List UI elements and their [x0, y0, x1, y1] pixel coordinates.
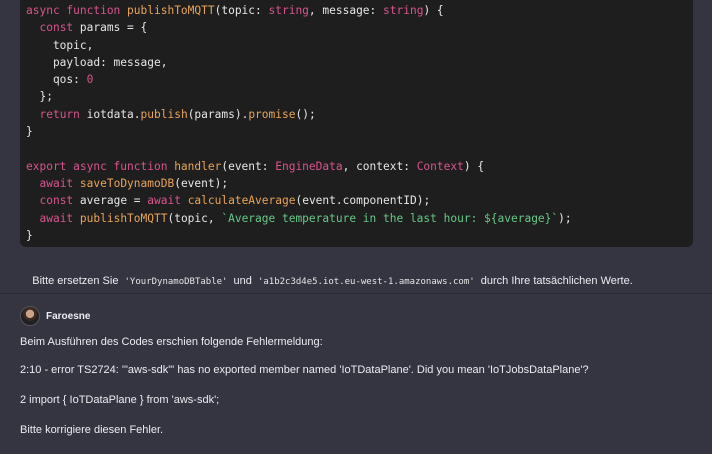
- code-token: const: [39, 21, 80, 35]
- code-token: publish: [140, 107, 188, 121]
- code-token: }: [26, 228, 33, 242]
- code-token: (event.componentID);: [295, 194, 431, 208]
- user-name: Faroesne: [46, 311, 91, 322]
- code-token: const: [39, 194, 80, 208]
- code-token: };: [26, 90, 53, 104]
- code-line: }: [26, 227, 693, 244]
- chat-page: async function publishToMQTT(topic: stri…: [0, 0, 712, 454]
- code-token: promise: [248, 107, 296, 121]
- code-token: return: [39, 107, 87, 121]
- code-token: (event);: [174, 176, 229, 190]
- code-line: return iotdata.publish(params).promise()…: [26, 106, 693, 123]
- code-token: ) {: [463, 159, 485, 173]
- code-token: average =: [79, 194, 148, 208]
- code-line: };: [26, 88, 693, 105]
- code-token: Context: [416, 159, 464, 173]
- code-token: await: [39, 176, 80, 190]
- code-token: await: [147, 194, 188, 208]
- code-token: topic,: [26, 38, 94, 52]
- code-line: export async function handler(event: Eng…: [26, 158, 693, 175]
- code-line: topic,: [26, 37, 693, 54]
- code-token: 0: [86, 73, 94, 87]
- code-line: payload: message,: [26, 54, 693, 71]
- code-token: , context:: [342, 159, 417, 173]
- code-token: (event:: [221, 159, 276, 173]
- code-token: params = {: [79, 21, 148, 35]
- code-token: , message:: [308, 4, 384, 17]
- note-text-after: durch Ihre tatsächlichen Werte.: [477, 275, 633, 287]
- code-token: async function: [26, 4, 128, 17]
- code-token: calculateAverage: [187, 194, 296, 208]
- code-token: qos:: [26, 73, 87, 87]
- code-token: ) {: [423, 4, 444, 17]
- code-line: await saveToDynamoDB(event);: [26, 175, 693, 192]
- code-line: qos: 0: [26, 71, 693, 88]
- code-line: const average = await calculateAverage(e…: [26, 192, 693, 209]
- code-token: (topic:: [214, 4, 269, 17]
- code-line: await publishToMQTT(topic, `Average temp…: [26, 210, 693, 227]
- user-message-line: Bitte korrigiere diesen Fehler.: [20, 424, 164, 436]
- code-token: EngineData: [275, 159, 343, 173]
- code-token: string: [383, 4, 424, 17]
- inline-code-table: 'YourDynamoDBTable': [124, 277, 228, 287]
- code-token: handler: [174, 159, 222, 173]
- code-token: export async function: [26, 159, 175, 173]
- code-token: publishToMQTT: [127, 4, 215, 17]
- code-token: (params).: [187, 107, 249, 121]
- code-line: const params = {: [26, 19, 693, 36]
- code-token: string: [268, 4, 309, 17]
- code-token: (topic,: [167, 211, 222, 225]
- code-token: payload: message,: [26, 55, 168, 69]
- user-message-line: 2:10 - error TS2724: '"aws-sdk"' has no …: [20, 364, 589, 376]
- code-token: await: [39, 211, 80, 225]
- code-line: }: [26, 123, 693, 140]
- code-block: async function publishToMQTT(topic: stri…: [20, 0, 693, 247]
- code-token: }: [26, 125, 33, 139]
- code-line: async function publishToMQTT(topic: stri…: [26, 2, 693, 19]
- note-text-before: Bitte ersetzen Sie: [32, 275, 122, 287]
- code-token: publishToMQTT: [79, 211, 168, 225]
- code-token: iotdata.: [86, 107, 141, 121]
- user-message-line: Beim Ausführen des Codes erschien folgen…: [20, 336, 323, 348]
- user-message-line: 2 import { IoTDataPlane } from 'aws-sdk'…: [20, 394, 220, 406]
- code-token: );: [558, 211, 572, 225]
- user-avatar: [20, 306, 40, 326]
- code-token: `Average temperature in the last hour: $…: [221, 211, 559, 225]
- code-token: ();: [295, 107, 316, 121]
- note-text-middle: und: [230, 275, 255, 287]
- inline-code-endpoint: 'a1b2c3d4e5.iot.eu-west-1.amazonaws.com': [257, 277, 475, 287]
- code-token: saveToDynamoDB: [79, 176, 175, 190]
